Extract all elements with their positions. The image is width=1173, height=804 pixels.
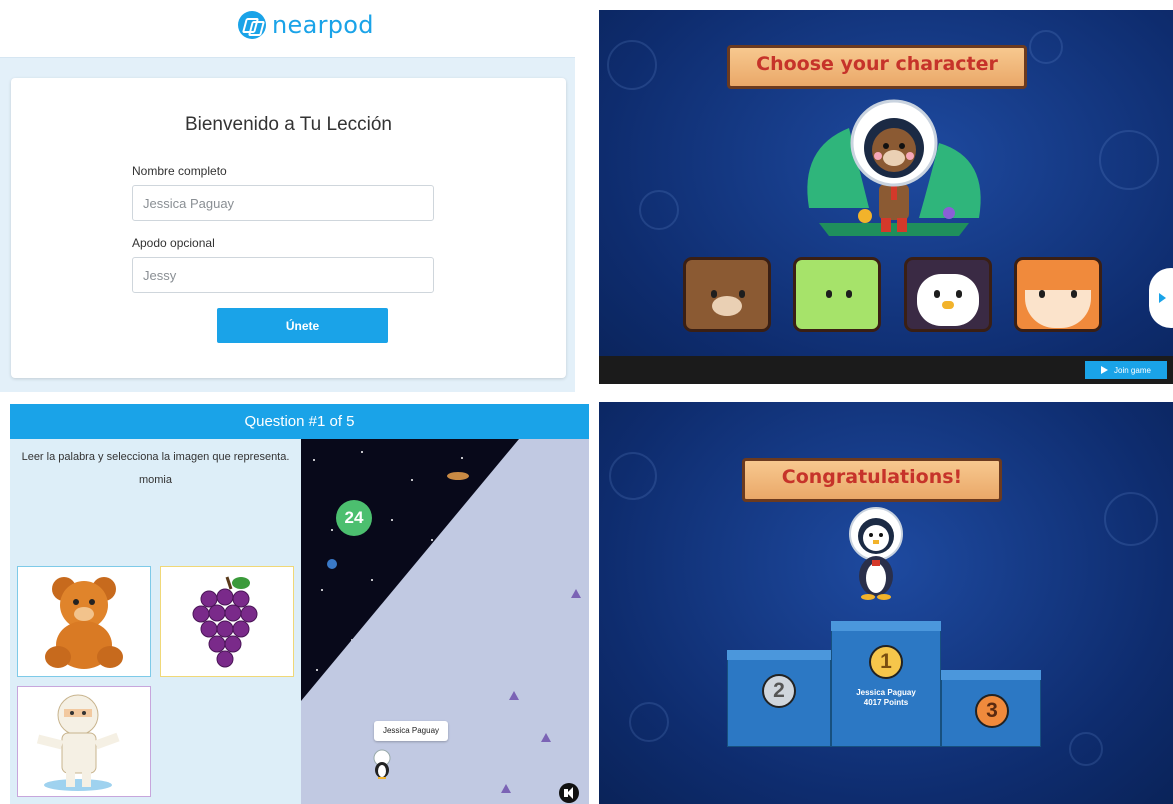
beak-icon <box>942 301 954 309</box>
planet-doodle <box>1029 30 1063 64</box>
podium-third: 3 <box>941 670 1041 747</box>
second-place-badge: 2 <box>762 674 796 708</box>
nearpod-logo: nearpod <box>238 11 374 39</box>
choose-character-panel: Choose your character Join game <box>599 10 1173 384</box>
character-penguin-card[interactable] <box>904 257 992 332</box>
mummy-icon <box>36 694 120 791</box>
nickname-input[interactable] <box>132 257 434 293</box>
eye-icon <box>956 290 962 298</box>
answer-option-mummy[interactable] <box>17 686 151 797</box>
winner-info: Jessica Paguay 4017 Points <box>832 688 940 708</box>
eye-icon <box>739 290 745 298</box>
title-ribbon: Congratulations! <box>714 458 1030 509</box>
name-label: Nombre completo <box>132 164 227 178</box>
winner-points: 4017 Points <box>863 698 909 707</box>
planet-doodle <box>609 452 657 500</box>
rock-icon <box>501 784 511 793</box>
play-icon <box>1101 366 1109 374</box>
podium-second: 2 <box>727 650 831 747</box>
nearpod-logo-icon <box>238 11 266 39</box>
snout-icon <box>712 296 742 316</box>
brand-name: nearpod <box>272 11 374 39</box>
space-sky <box>301 439 519 701</box>
eye-icon <box>934 290 940 298</box>
planet-icon <box>447 472 469 480</box>
question-header: Question #1 of 5 <box>10 404 589 439</box>
third-place-badge: 3 <box>975 694 1009 728</box>
eye-icon <box>1039 290 1045 298</box>
quiz-panel: Question #1 of 5 Leer la palabra y selec… <box>10 404 589 804</box>
choose-character-title: Choose your character <box>756 53 998 75</box>
space-race-track: 24 Jessica Paguay <box>301 439 589 804</box>
character-fox-card[interactable] <box>1014 257 1102 332</box>
grapes-icon <box>192 576 258 668</box>
planet-doodle <box>607 40 657 90</box>
join-card: Bienvenido a Tu Lección Nombre completo … <box>11 78 566 378</box>
question-word: momia <box>138 474 172 486</box>
teddy-bear-icon <box>45 577 123 669</box>
sound-toggle-icon[interactable] <box>559 783 579 803</box>
eye-icon <box>846 290 852 298</box>
next-character-arrow-icon[interactable] <box>1149 268 1173 328</box>
penguin-winner-illustration <box>849 507 903 600</box>
countdown-timer: 24 <box>336 500 372 536</box>
eye-icon <box>711 290 717 298</box>
planet-doodle <box>629 702 669 742</box>
eye-icon <box>826 290 832 298</box>
rock-icon <box>541 733 551 742</box>
answer-option-grapes[interactable] <box>160 566 294 677</box>
planet-icon <box>327 559 337 569</box>
winner-name: Jessica Paguay <box>856 688 916 697</box>
top-bar: nearpod <box>0 0 575 58</box>
character-dino-card[interactable] <box>793 257 881 332</box>
welcome-title: Bienvenido a Tu Lección <box>184 114 393 135</box>
first-place-badge: 1 <box>869 645 903 679</box>
rock-icon <box>571 589 581 598</box>
planet-doodle <box>639 190 679 230</box>
join-game-label: Join game <box>1114 365 1151 375</box>
join-lesson-panel: nearpod Bienvenido a Tu Lección Nombre c… <box>0 0 575 392</box>
bottom-bar: Join game <box>599 356 1173 384</box>
planet-doodle <box>1069 732 1103 766</box>
question-instruction: Leer la palabra y selecciona la imagen q… <box>21 451 290 463</box>
congratulations-title: Congratulations! <box>781 466 963 488</box>
title-ribbon: Choose your character <box>699 45 1055 96</box>
character-bear-card[interactable] <box>683 257 771 332</box>
planet-doodle <box>1099 130 1159 190</box>
answer-option-teddy-bear[interactable] <box>17 566 151 677</box>
eye-icon <box>1071 290 1077 298</box>
rock-icon <box>509 691 519 700</box>
join-button[interactable]: Únete <box>217 308 388 343</box>
planet-doodle <box>1104 492 1158 546</box>
join-game-button[interactable]: Join game <box>1085 361 1167 379</box>
astronaut-bear-illustration <box>807 99 981 236</box>
penguin-player-icon <box>373 749 391 779</box>
results-panel: Congratulations! 2 1 Jessica Paguay 4017… <box>599 402 1173 804</box>
player-name-tag: Jessica Paguay <box>374 721 448 741</box>
podium-first: 1 Jessica Paguay 4017 Points <box>831 621 941 747</box>
nickname-label: Apodo opcional <box>132 236 215 250</box>
full-name-input[interactable] <box>132 185 434 221</box>
